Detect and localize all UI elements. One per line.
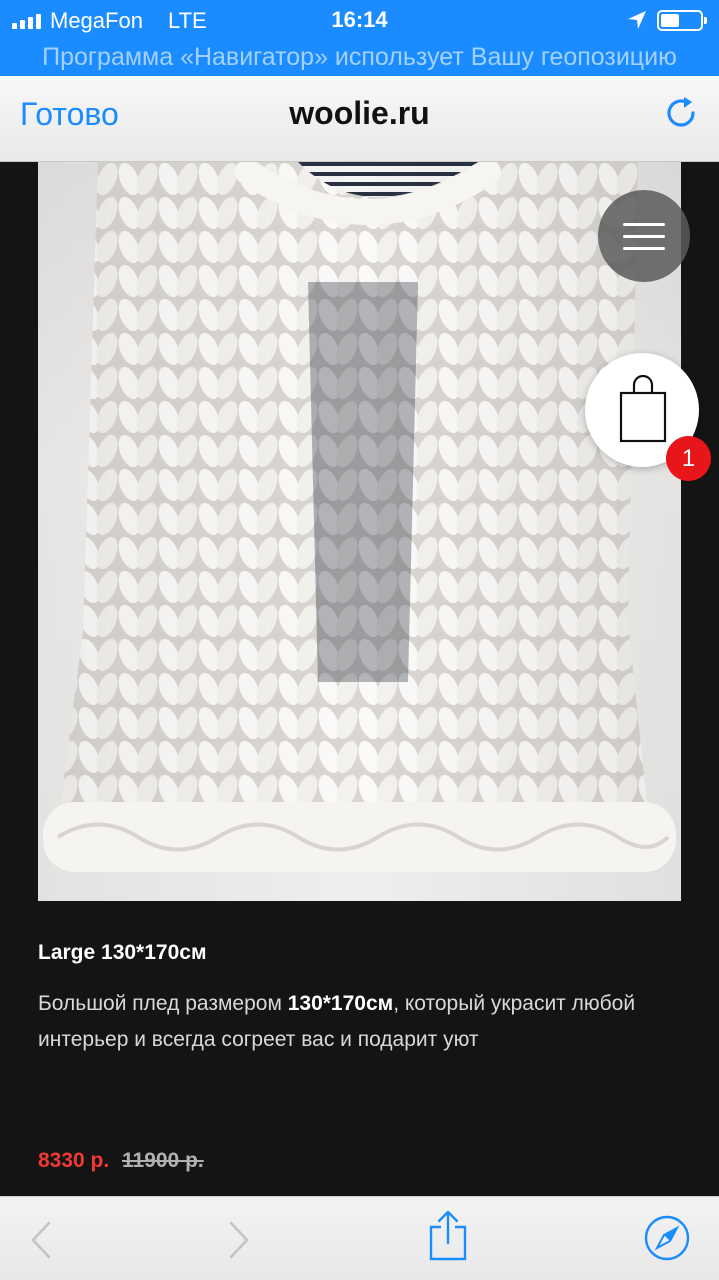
location-usage-banner[interactable]: Программа «Навигатор» использует Вашу ге… bbox=[0, 40, 719, 76]
reload-icon[interactable] bbox=[662, 94, 700, 132]
description-size: 130*170см bbox=[287, 992, 394, 1015]
product-title: Large 130*170см bbox=[38, 941, 207, 964]
shopping-bag-icon bbox=[619, 375, 667, 443]
status-time: 16:14 bbox=[331, 7, 388, 32]
browser-toolbar bbox=[0, 1196, 719, 1280]
back-arrow-icon[interactable] bbox=[30, 1221, 52, 1259]
product-old-price: 11900 р. bbox=[122, 1149, 204, 1172]
hamburger-icon bbox=[623, 223, 665, 226]
hamburger-icon-bar bbox=[623, 247, 665, 250]
browser-header: Готово woolie.ru bbox=[0, 76, 719, 162]
forward-arrow-icon[interactable] bbox=[228, 1221, 250, 1259]
product-price: 8330 р. bbox=[38, 1149, 110, 1172]
safari-compass-icon[interactable] bbox=[644, 1215, 690, 1261]
description-text: Большой плед размером bbox=[38, 992, 288, 1015]
menu-button[interactable] bbox=[598, 190, 690, 282]
location-arrow-icon bbox=[628, 11, 646, 29]
battery-icon bbox=[657, 10, 707, 31]
share-icon[interactable] bbox=[428, 1209, 468, 1261]
done-button[interactable]: Готово bbox=[20, 96, 119, 133]
knitted-blanket-illustration bbox=[38, 162, 681, 901]
hamburger-icon-bar bbox=[623, 235, 665, 238]
product-image[interactable] bbox=[38, 162, 681, 901]
cart-count-badge: 1 bbox=[666, 436, 711, 481]
product-description: Большой плед размером 130*170см, который… bbox=[38, 986, 658, 1058]
status-bar: MegaFon LTE 16:14 bbox=[0, 0, 719, 40]
